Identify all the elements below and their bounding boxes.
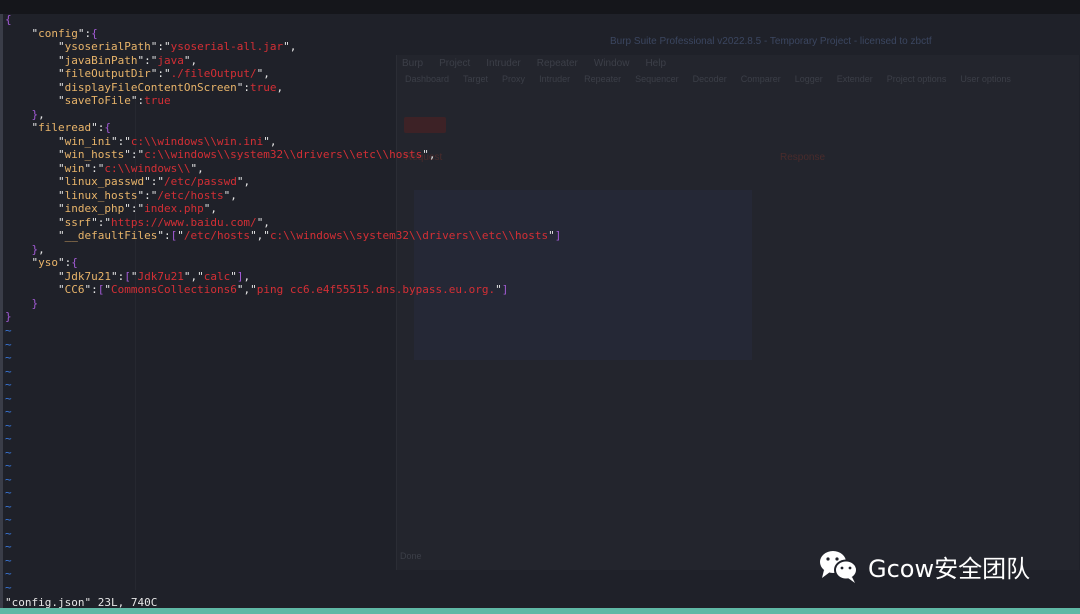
burp-done-label: Done — [400, 551, 422, 561]
json-value: /etc/passwd — [163, 175, 237, 188]
burp-tab: Repeater — [584, 74, 622, 84]
empty-line-markers: ~ ~ ~ ~ ~ ~ ~ ~ ~ ~ ~ ~ ~ ~ ~ ~ ~ ~ ~ ~ — [5, 324, 12, 594]
json-key: ysoserialPath — [64, 40, 151, 53]
json-key: javaBinPath — [64, 53, 138, 67]
json-key: ssrf — [64, 215, 92, 229]
json-key: win_ini — [64, 134, 111, 148]
json-value: ysoserial-all.jar — [170, 40, 284, 53]
watermark-text: Gcow安全团队 — [868, 554, 1031, 583]
json-key: fileread — [38, 121, 92, 134]
json-key: __defaultFiles — [64, 229, 158, 242]
json-key: config — [38, 26, 78, 40]
burp-tab: User options — [960, 74, 1011, 84]
json-key: CC6 — [64, 283, 85, 296]
json-value: ping cc6.e4f55515.dns.bypass.eu.org. — [256, 283, 496, 296]
json-key: win — [64, 161, 85, 175]
json-value: /etc/hosts — [157, 188, 224, 202]
burp-tab: Project options — [886, 74, 947, 84]
json-key: fileOutputDir — [64, 67, 151, 80]
json-value: c:\\windows\\win.ini — [130, 134, 264, 148]
burp-tab: Comparer — [740, 74, 781, 84]
json-value: CommonsCollections6 — [110, 283, 237, 296]
terminal-bottom-bar — [0, 608, 1080, 614]
json-value: c:\\windows\\ — [104, 161, 191, 175]
burp-menu-item: Window — [593, 58, 630, 69]
json-value: https://www.baidu.com/ — [110, 215, 257, 229]
json-key: win_hosts — [64, 148, 125, 161]
json-value: Jdk7u21 — [137, 269, 184, 283]
watermark: Gcow安全团队 — [818, 548, 1030, 584]
json-value: c:\\windows\\system32\\drivers\\etc\\hos… — [144, 148, 423, 161]
json-key: index_php — [64, 202, 125, 215]
burp-response-label: Response — [780, 152, 826, 163]
burp-tab: Logger — [794, 74, 823, 84]
json-value: true — [250, 80, 277, 94]
json-key: linux_hosts — [64, 188, 138, 202]
json-key: yso — [38, 256, 58, 269]
wechat-icon — [820, 551, 858, 583]
burp-tab: Decoder — [692, 74, 727, 84]
json-value: true — [144, 94, 171, 107]
vim-editor-buffer[interactable]: { "config":{ "ysoserialPath":"ysoserial-… — [5, 13, 561, 324]
json-key: linux_passwd — [64, 175, 145, 188]
json-key: saveToFile — [64, 94, 131, 107]
json-key: displayFileContentOnScreen — [64, 80, 237, 94]
burp-tab: Sequencer — [635, 74, 679, 84]
json-value: java — [157, 53, 184, 67]
burp-tab: Extender — [836, 74, 873, 84]
burp-title: Burp Suite Professional v2022.8.5 - Temp… — [610, 36, 932, 47]
top-bar — [0, 0, 1080, 14]
json-value: ./fileOutput/ — [170, 67, 257, 80]
json-value: c:\\windows\\system32\\drivers\\etc\\hos… — [269, 229, 549, 242]
json-key: Jdk7u21 — [64, 269, 111, 283]
json-value: /etc/hosts — [183, 229, 251, 242]
json-value: calc — [203, 269, 231, 283]
burp-menu-item: Help — [645, 58, 667, 69]
json-value: index.php — [144, 202, 204, 215]
